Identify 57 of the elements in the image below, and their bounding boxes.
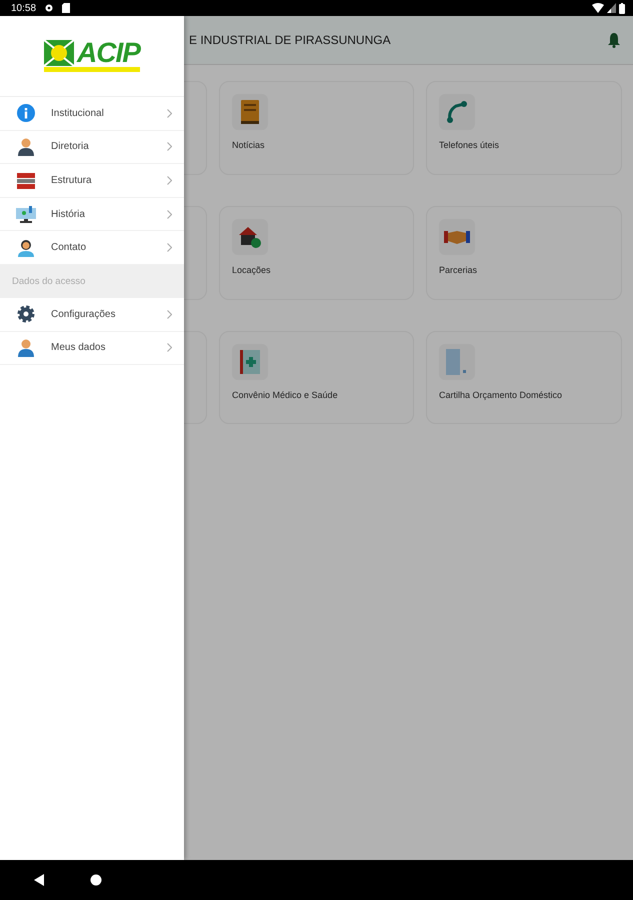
back-icon[interactable] <box>33 874 45 886</box>
drawer-item[interactable]: Configurações <box>0 298 184 332</box>
chevron-icon <box>167 108 172 118</box>
menu-card[interactable]: Convênio Médico e Saúde <box>219 331 414 424</box>
menu-card[interactable]: Notícias <box>219 81 414 175</box>
document-icon <box>446 349 468 375</box>
chevron-icon <box>167 176 172 185</box>
house-icon <box>238 225 262 249</box>
drawer-item-label: Configurações <box>51 308 116 320</box>
card-label: Parcerias <box>439 265 478 275</box>
signal-icon <box>607 3 616 13</box>
drawer-item[interactable]: Estrutura <box>0 164 184 198</box>
drawer-item[interactable]: Institucional <box>0 97 184 131</box>
headset-person-icon <box>18 238 34 257</box>
logo-emblem-icon <box>44 40 74 66</box>
section-header: Dados do acesso <box>0 264 184 298</box>
app-title: E INDUSTRIAL DE PIRASSUNUNGA <box>189 33 392 47</box>
home-icon[interactable] <box>90 874 102 886</box>
monitor-icon <box>16 205 36 224</box>
drawer-item-label: Meus dados <box>51 342 106 354</box>
drawer-item-label: História <box>51 208 86 220</box>
logo-text: ACIP <box>77 40 140 66</box>
drawer-item[interactable]: História <box>0 198 184 232</box>
phone-icon <box>446 101 468 123</box>
user-icon <box>18 338 34 357</box>
bell-icon[interactable] <box>607 32 621 48</box>
battery-icon <box>619 2 625 14</box>
drawer-item-label: Estrutura <box>51 174 93 186</box>
menu-card[interactable]: Cartilha Orçamento Doméstico <box>426 331 622 424</box>
chevron-icon <box>167 142 172 152</box>
chevron-icon <box>167 243 172 252</box>
chevron-icon <box>167 210 172 219</box>
menu-card[interactable]: Parcerias <box>426 206 622 300</box>
status-time: 10:58 <box>11 2 36 14</box>
drawer-item[interactable]: Meus dados <box>0 332 184 366</box>
book-icon <box>241 100 259 124</box>
drawer-item-label: Contato <box>51 242 88 254</box>
chevron-icon <box>167 343 172 352</box>
card-label: Cartilha Orçamento Doméstico <box>439 390 562 400</box>
menu-card[interactable]: Locações <box>219 206 414 300</box>
medical-book-icon <box>240 350 260 374</box>
person-icon <box>18 138 34 156</box>
info-icon <box>16 104 34 122</box>
wifi-icon <box>592 3 604 13</box>
card-label: Telefones úteis <box>439 140 500 150</box>
drawer-item-label: Institucional <box>51 108 105 119</box>
drawer-item-label: Diretoria <box>51 141 90 152</box>
settings-icon <box>16 305 34 324</box>
card-label: Notícias <box>232 140 265 150</box>
sd-card-icon <box>62 3 70 13</box>
menu-card[interactable]: Telefones úteis <box>426 81 622 175</box>
handshake-icon <box>444 229 470 245</box>
bricks-icon <box>16 171 34 190</box>
card-label: Locações <box>232 265 271 275</box>
drawer-item[interactable]: Diretoria <box>0 130 184 164</box>
chevron-icon <box>167 310 172 319</box>
card-label: Convênio Médico e Saúde <box>232 390 338 400</box>
